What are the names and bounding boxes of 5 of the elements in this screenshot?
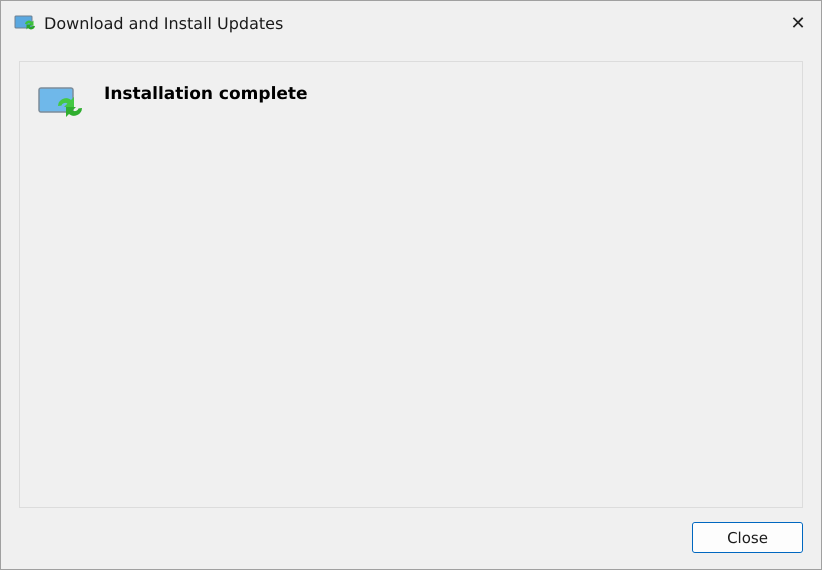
window-close-button[interactable]: ✕ bbox=[775, 1, 821, 45]
close-button[interactable]: Close bbox=[692, 522, 803, 553]
monitor-update-icon bbox=[14, 14, 38, 32]
window-title: Download and Install Updates bbox=[44, 14, 284, 32]
status-heading: Installation complete bbox=[104, 84, 308, 104]
